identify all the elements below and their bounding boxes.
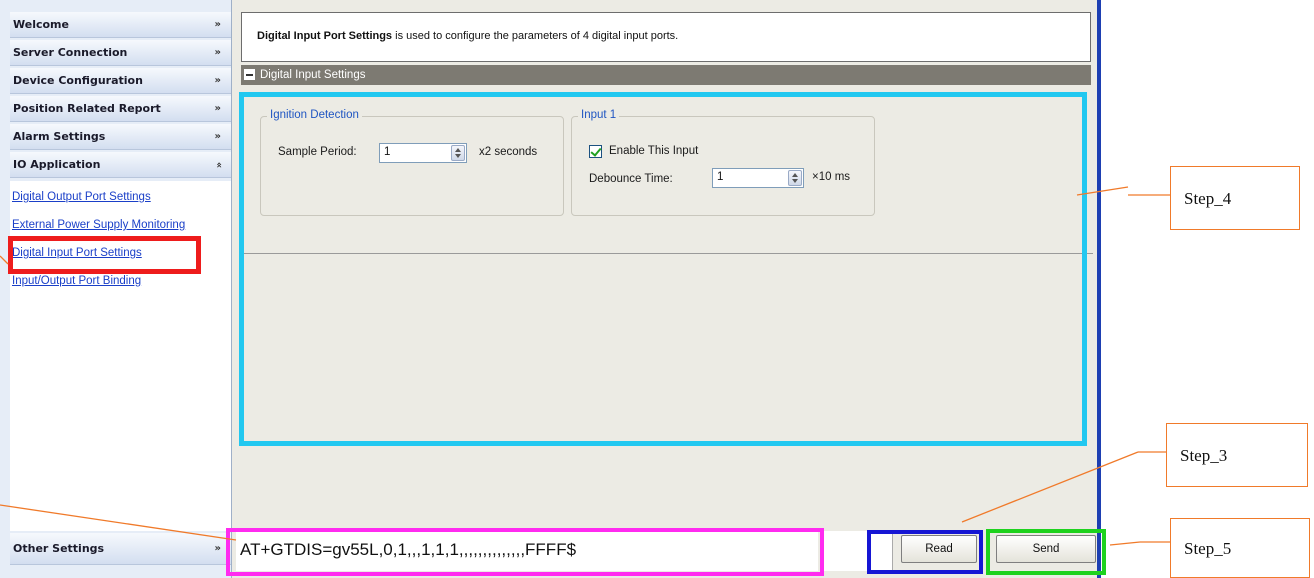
step3-leader-line: [961, 451, 1139, 523]
link-leader-line: [0, 255, 9, 265]
command-leader-line: [0, 504, 237, 541]
callout-step-5: Step_5: [1170, 518, 1310, 578]
step4-leader-line: [1076, 186, 1129, 196]
callout-lines: [0, 186, 1170, 546]
callout-step-3: Step_3: [1166, 423, 1308, 487]
step5-leader-line: [1109, 541, 1141, 546]
callout-step-4: Step_4: [1170, 166, 1300, 230]
